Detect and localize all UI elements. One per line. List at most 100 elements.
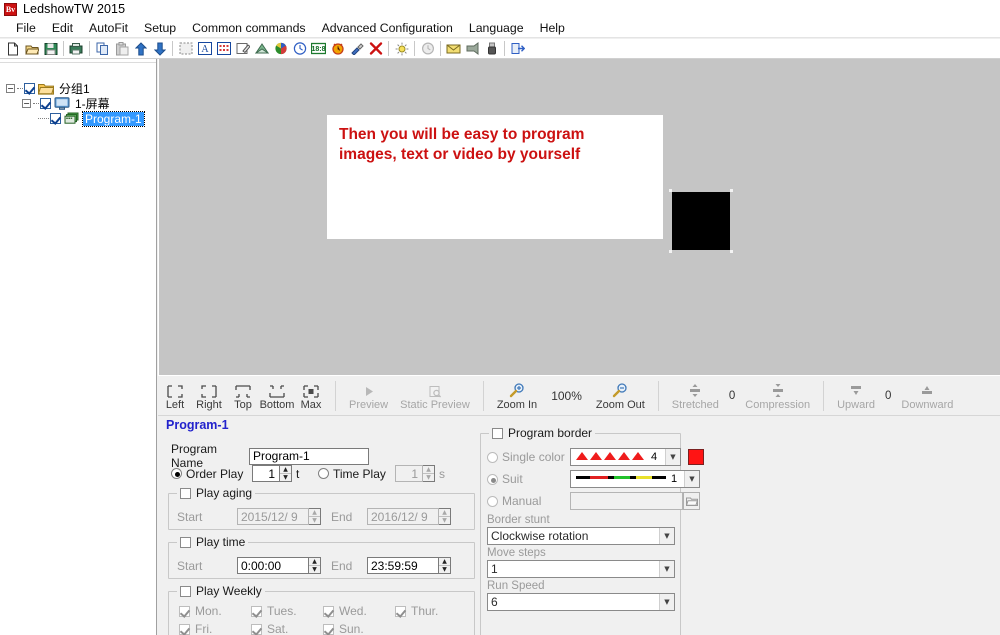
add-program-icon[interactable] — [176, 40, 195, 58]
zoom-out-button[interactable]: Zoom Out — [590, 377, 651, 415]
add-table-icon[interactable] — [214, 40, 233, 58]
play-time-end-spinner[interactable]: ▲ ▼ — [439, 557, 451, 574]
send-program-icon[interactable] — [444, 40, 463, 58]
usb-icon[interactable] — [482, 40, 501, 58]
upward-button[interactable]: Upward — [831, 377, 881, 415]
align-bottom-button[interactable]: Bottom — [260, 377, 294, 415]
resize-handle-nw[interactable] — [669, 189, 672, 192]
single-color-combo[interactable]: 4 ▼ — [570, 448, 681, 466]
tree-node-program1[interactable]: Program-1 — [6, 110, 156, 127]
run-speed-combo[interactable]: 6 ▼ — [487, 593, 675, 611]
color-wheel-icon[interactable] — [271, 40, 290, 58]
weekday-thur-checkbox[interactable]: Thur. — [395, 604, 467, 618]
program-border-header[interactable]: Program border — [489, 426, 596, 440]
play-aging-checkbox[interactable] — [180, 487, 191, 499]
play-time-end-input[interactable]: 23:59:59 — [367, 557, 439, 574]
chevron-down-icon[interactable]: ▼ — [665, 449, 680, 465]
play-time-start-input[interactable]: 0:00:00 — [237, 557, 309, 574]
chevron-down-icon[interactable]: ▼ — [684, 471, 699, 487]
program-border-checkbox[interactable] — [492, 427, 503, 439]
move-up-icon[interactable] — [131, 40, 150, 58]
resize-handle-sw[interactable] — [669, 250, 672, 253]
downward-button[interactable]: Downward — [895, 377, 959, 415]
play-aging-header[interactable]: Play aging — [177, 486, 256, 500]
order-play-input[interactable]: 1 — [252, 465, 280, 482]
new-file-icon[interactable] — [3, 40, 22, 58]
print-icon[interactable] — [67, 40, 86, 58]
browse-folder-button[interactable] — [683, 492, 700, 510]
time-correct-icon[interactable] — [418, 40, 437, 58]
align-top-button[interactable]: Top — [226, 377, 260, 415]
suit-radio[interactable] — [487, 473, 498, 485]
timer-icon[interactable] — [328, 40, 347, 58]
manual-path-input[interactable] — [570, 492, 683, 510]
copy-icon[interactable] — [93, 40, 112, 58]
menu-language[interactable]: Language — [461, 20, 532, 36]
align-max-button[interactable]: Max — [294, 377, 328, 415]
tree-checkbox-program1[interactable] — [50, 113, 61, 124]
single-color-radio[interactable] — [487, 451, 498, 463]
chevron-down-icon[interactable]: ▼ — [659, 594, 674, 610]
manual-radio[interactable] — [487, 495, 498, 507]
weekday-tues-checkbox[interactable]: Tues. — [251, 604, 323, 618]
play-weekly-checkbox[interactable] — [180, 585, 191, 597]
border-color-swatch[interactable] — [688, 449, 704, 465]
led-screen-region-1[interactable]: Then you will be easy to program images,… — [327, 115, 663, 239]
time-play-radio[interactable] — [318, 468, 329, 479]
add-picture-icon[interactable] — [252, 40, 271, 58]
static-preview-button[interactable]: Static Preview — [394, 377, 476, 415]
add-text-icon[interactable]: A — [195, 40, 214, 58]
align-left-button[interactable]: Left — [158, 377, 192, 415]
preview-button[interactable]: Preview — [343, 377, 394, 415]
led-screen-region-2[interactable] — [669, 189, 733, 253]
order-play-radio[interactable] — [171, 468, 182, 479]
tree-checkbox-group1[interactable] — [24, 83, 35, 94]
chevron-down-icon[interactable]: ▼ — [659, 561, 674, 577]
compression-button[interactable]: Compression — [739, 377, 816, 415]
program-name-input[interactable]: Program-1 — [249, 447, 369, 465]
menu-edit[interactable]: Edit — [44, 20, 81, 36]
stretched-button[interactable]: Stretched — [666, 377, 725, 415]
effect-icon[interactable] — [347, 40, 366, 58]
order-play-spinner[interactable]: ▲ ▼ — [280, 465, 292, 482]
suit-combo[interactable]: 1 ▼ — [570, 470, 700, 488]
brightness-icon[interactable] — [392, 40, 411, 58]
expander-collapse-icon[interactable]: − — [6, 84, 15, 93]
chevron-down-icon[interactable]: ▼ — [659, 528, 674, 544]
weekday-wed-checkbox[interactable]: Wed. — [323, 604, 395, 618]
exit-icon[interactable] — [508, 40, 527, 58]
counter-icon[interactable]: 18:8 — [309, 40, 328, 58]
menu-autofit[interactable]: AutoFit — [81, 20, 136, 36]
menu-common-commands[interactable]: Common commands — [184, 20, 313, 36]
play-time-checkbox[interactable] — [180, 536, 191, 548]
play-time-header[interactable]: Play time — [177, 535, 249, 549]
expander-collapse-icon[interactable]: − — [22, 99, 31, 108]
play-time-start-spinner[interactable]: ▲ ▼ — [309, 557, 321, 574]
menu-setup[interactable]: Setup — [136, 20, 184, 36]
tree-node-screen1[interactable]: − 1-屏幕 — [6, 96, 156, 111]
tree-checkbox-screen1[interactable] — [40, 98, 51, 109]
move-steps-combo[interactable]: 1 ▼ — [487, 560, 675, 578]
border-stunt-combo[interactable]: Clockwise rotation ▼ — [487, 527, 675, 545]
move-down-icon[interactable] — [150, 40, 169, 58]
paste-icon[interactable] — [112, 40, 131, 58]
delete-icon[interactable] — [366, 40, 385, 58]
zoom-in-button[interactable]: Zoom In — [491, 377, 543, 415]
weekday-sat-checkbox[interactable]: Sat. — [251, 622, 323, 635]
weekday-sun-checkbox[interactable]: Sun. — [323, 622, 395, 635]
export-icon[interactable] — [463, 40, 482, 58]
preview-canvas[interactable]: Then you will be easy to program images,… — [158, 59, 1000, 375]
menu-advanced-configuration[interactable]: Advanced Configuration — [314, 20, 461, 36]
resize-handle-se[interactable] — [730, 250, 733, 253]
menu-file[interactable]: File — [8, 20, 44, 36]
play-aging-start-spinner[interactable]: ▲ ▼ — [309, 508, 321, 525]
play-aging-end-input[interactable]: 2016/12/ 9 — [367, 508, 439, 525]
play-aging-end-spinner[interactable]: ▲ ▼ — [439, 508, 451, 525]
weekday-mon-checkbox[interactable]: Mon. — [179, 604, 251, 618]
resize-handle-ne[interactable] — [730, 189, 733, 192]
time-play-input[interactable]: 1 — [395, 465, 423, 482]
time-play-spinner[interactable]: ▲ ▼ — [423, 465, 435, 482]
menu-help[interactable]: Help — [532, 20, 573, 36]
play-aging-start-input[interactable]: 2015/12/ 9 — [237, 508, 309, 525]
tree-node-group1[interactable]: − 分组1 — [6, 81, 156, 96]
